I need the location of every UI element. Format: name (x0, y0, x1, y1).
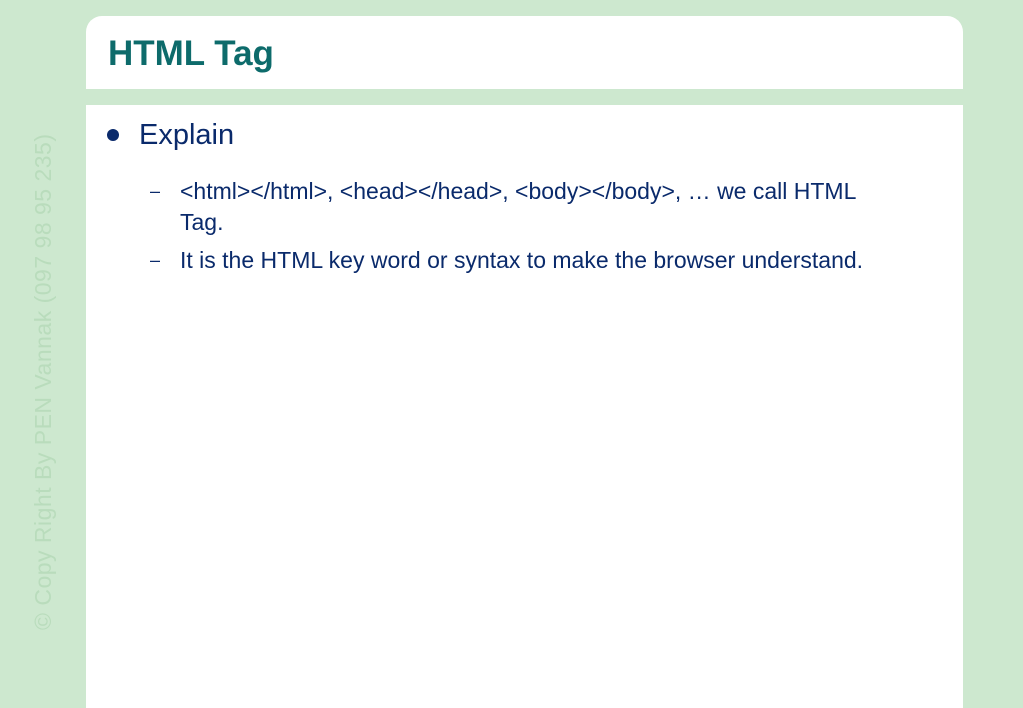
bullet-dot-icon (107, 129, 119, 141)
dash-icon: – (150, 250, 161, 270)
sub-bullet-text: It is the HTML key word or syntax to mak… (180, 247, 864, 273)
slide-title: HTML Tag (108, 34, 274, 73)
title-divider (86, 89, 963, 105)
slide-panel: HTML Tag Explain – <html></html>, <head>… (86, 16, 963, 708)
bullet-explain: Explain (86, 116, 963, 156)
sub-bullet-text: <html></html>, <head></head>, <body></bo… (180, 178, 856, 235)
bullet-label: Explain (139, 119, 235, 151)
dash-icon: – (150, 181, 161, 201)
title-bar: HTML Tag (86, 16, 963, 89)
watermark-text: © Copy Right By PEN Vannak (097 98 95 23… (30, 133, 56, 630)
